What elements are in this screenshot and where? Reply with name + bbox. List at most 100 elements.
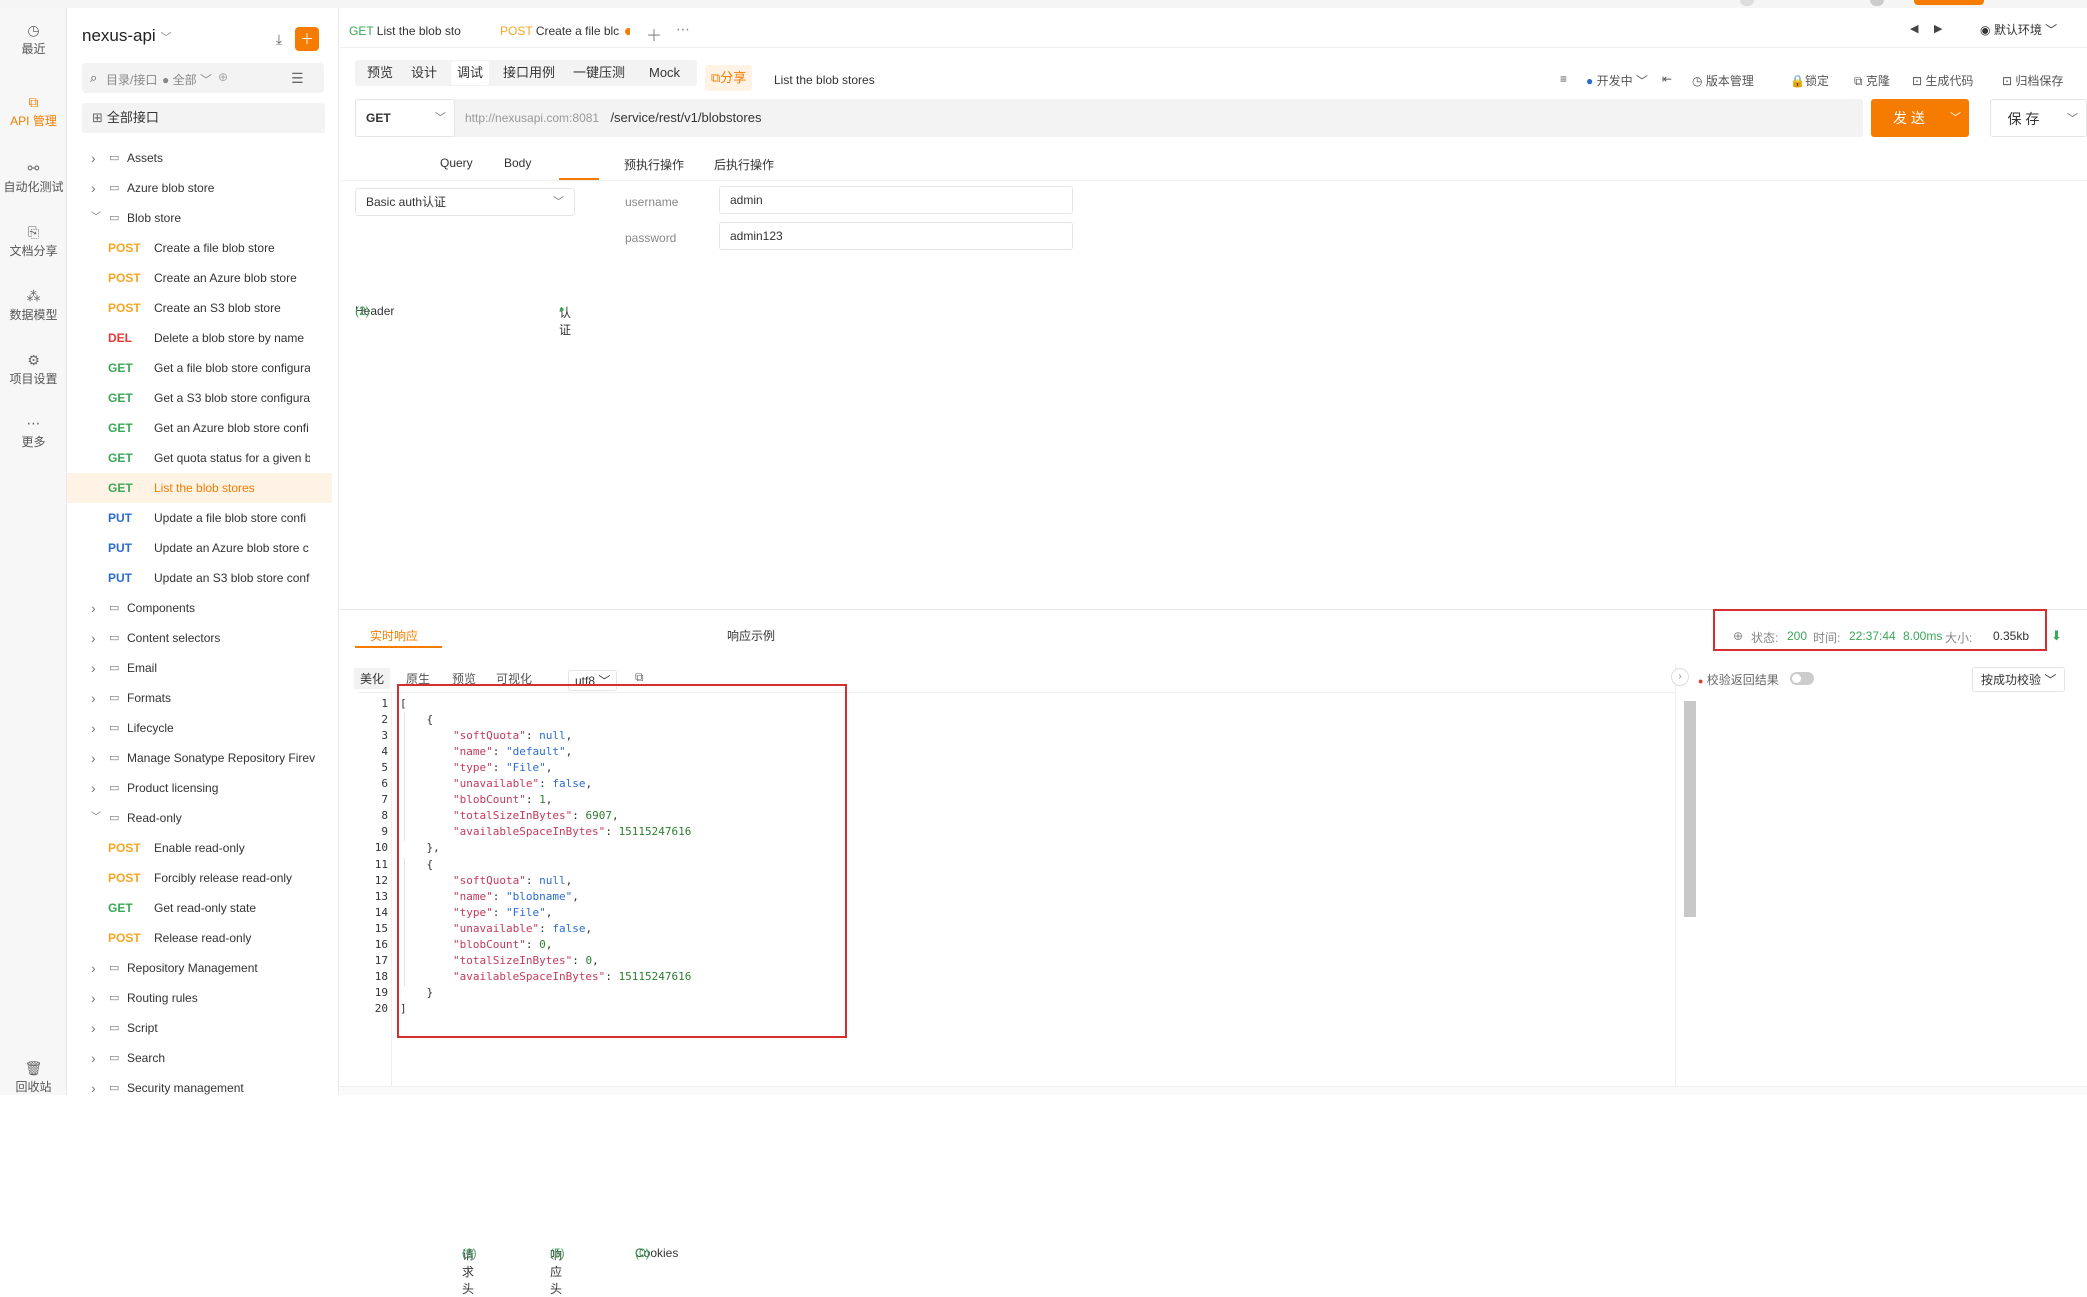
codegen-button[interactable]: ⊡ 生成代码 bbox=[1912, 72, 1973, 89]
validate-mode-select[interactable]: 按成功校验 ﹀ bbox=[1972, 667, 2066, 692]
tab-live-response[interactable]: 实时响应 bbox=[370, 627, 418, 644]
api-item-update-an-azure-blob-store-c[interactable]: PUT Update an Azure blob store c bbox=[67, 533, 332, 563]
tab-pre-script[interactable]: 预执行操作 bbox=[624, 156, 684, 173]
username-input[interactable]: admin bbox=[719, 186, 1073, 214]
password-input[interactable]: admin123 bbox=[719, 222, 1073, 250]
chevron-right-icon[interactable]: › bbox=[91, 623, 96, 653]
save-dropdown-icon[interactable]: ﹀ bbox=[2067, 100, 2078, 138]
api-item-get-quota-status-for-a-given-b[interactable]: GET Get quota status for a given b bbox=[67, 443, 332, 473]
chevron-down-icon[interactable]: ﹀ bbox=[91, 803, 101, 833]
chevron-right-icon[interactable]: › bbox=[91, 983, 96, 1013]
validate-switch[interactable] bbox=[1790, 672, 1814, 685]
folder-manage-sonatype-repository-firev[interactable]: › ▭ Manage Sonatype Repository Firev bbox=[67, 743, 332, 773]
all-api-item[interactable]: ⊞ 全部接口 bbox=[82, 103, 325, 133]
rail-item-4[interactable]: ⎘ 文档分享 bbox=[0, 222, 67, 259]
filter-select[interactable]: ● 全部 ﹀ bbox=[162, 71, 212, 88]
api-item-enable-read-only[interactable]: POST Enable read-only bbox=[67, 833, 332, 863]
scrollbar-thumb[interactable] bbox=[1684, 701, 1696, 917]
folder-script[interactable]: › ▭ Script bbox=[67, 1013, 332, 1043]
send-dropdown-icon[interactable]: ﹀ bbox=[1950, 99, 1961, 137]
subtab-3[interactable]: 调试 bbox=[451, 61, 490, 85]
chevron-right-icon[interactable]: › bbox=[91, 1043, 96, 1073]
folder-assets[interactable]: › ▭ Assets bbox=[67, 143, 332, 173]
collapse-icon[interactable]: › bbox=[1671, 668, 1689, 686]
project-selector[interactable]: nexus-api ﹀ bbox=[82, 26, 171, 46]
next-tab-icon[interactable]: ▶ bbox=[1934, 22, 1942, 35]
add-button[interactable]: ＋ bbox=[295, 27, 319, 51]
new-tab-icon[interactable]: ＋ bbox=[646, 22, 662, 46]
folder-blob-store[interactable]: ﹀ ▭ Blob store bbox=[67, 203, 332, 233]
share-button[interactable]: ⧉分享 bbox=[705, 65, 753, 91]
save-button[interactable]: 保 存 ﹀ bbox=[1990, 99, 2087, 137]
chevron-right-icon[interactable]: › bbox=[91, 143, 96, 173]
version-button[interactable]: ◷ 版本管理 bbox=[1692, 72, 1754, 89]
rail-item-7[interactable]: ⋯ 更多 bbox=[0, 413, 67, 450]
folder-lifecycle[interactable]: › ▭ Lifecycle bbox=[67, 713, 332, 743]
clone-button[interactable]: ⧉ 克隆 bbox=[1854, 72, 1890, 89]
folder-azure-blob-store[interactable]: › ▭ Azure blob store bbox=[67, 173, 332, 203]
folder-read-only[interactable]: ﹀ ▭ Read-only bbox=[67, 803, 332, 833]
rail-item-5[interactable]: ⁂ 数据模型 bbox=[0, 286, 67, 323]
api-item-get-a-s3-blob-store-configura[interactable]: GET Get a S3 blob store configura bbox=[67, 383, 332, 413]
format-icon[interactable]: ≡ bbox=[1560, 72, 1567, 86]
api-item-delete-a-blob-store-by-name[interactable]: DEL Delete a blob store by name bbox=[67, 323, 332, 353]
api-item-forcibly-release-read-only[interactable]: POST Forcibly release read-only bbox=[67, 863, 332, 893]
sort-icon[interactable]: ☰ bbox=[291, 70, 304, 87]
subtab-6[interactable]: Mock bbox=[649, 60, 680, 86]
download-icon[interactable]: ⬇ bbox=[2051, 628, 2062, 644]
copy-icon[interactable]: ⧉ bbox=[635, 670, 644, 685]
chevron-right-icon[interactable]: › bbox=[91, 683, 96, 713]
tab-post-script[interactable]: 后执行操作 bbox=[714, 156, 774, 173]
chevron-right-icon[interactable]: › bbox=[91, 953, 96, 983]
rail-item-3[interactable]: ⚯ 自动化测试 bbox=[0, 158, 67, 195]
subtab-4[interactable]: 接口用例 bbox=[503, 60, 555, 86]
auth-type-select[interactable]: Basic auth认证 ﹀ bbox=[355, 188, 575, 216]
api-item-create-an-s3-blob-store[interactable]: POST Create an S3 blob store bbox=[67, 293, 332, 323]
folder-repository-management[interactable]: › ▭ Repository Management bbox=[67, 953, 332, 983]
subtab-1[interactable]: 预览 bbox=[367, 60, 393, 86]
tab-query[interactable]: Query bbox=[440, 156, 473, 170]
url-input[interactable]: http://nexusapi.com:8081 /service/rest/v… bbox=[465, 99, 1855, 137]
chevron-right-icon[interactable]: › bbox=[91, 1013, 96, 1043]
folder-product-licensing[interactable]: › ▭ Product licensing bbox=[67, 773, 332, 803]
view-mode-1[interactable]: 美化 bbox=[354, 668, 391, 689]
rail-item-2[interactable]: ⧉ API 管理 bbox=[0, 92, 67, 129]
import-icon[interactable]: ⤓ bbox=[267, 27, 291, 51]
chevron-down-icon[interactable]: ﹀ bbox=[91, 203, 101, 233]
subtab-5[interactable]: 一键压测 bbox=[573, 60, 625, 86]
search-input[interactable]: 目录/接口 bbox=[106, 71, 157, 88]
folder-formats[interactable]: › ▭ Formats bbox=[67, 683, 332, 713]
subtab-2[interactable]: 设计 bbox=[411, 60, 437, 86]
prev-tab-icon[interactable]: ◀ bbox=[1910, 22, 1918, 35]
more-tabs-icon[interactable]: ⋯ bbox=[676, 21, 690, 38]
tab-get-list-blob-stores[interactable]: GET List the blob stor bbox=[349, 16, 461, 46]
folder-content-selectors[interactable]: › ▭ Content selectors bbox=[67, 623, 332, 653]
api-item-list-the-blob-stores[interactable]: GET List the blob stores bbox=[67, 473, 332, 503]
tab-post-create-file-blob[interactable]: POST Create a file blc bbox=[500, 16, 630, 46]
chevron-right-icon[interactable]: › bbox=[91, 593, 96, 623]
chevron-right-icon[interactable]: › bbox=[91, 1073, 96, 1103]
api-item-get-a-file-blob-store-configura[interactable]: GET Get a file blob store configura bbox=[67, 353, 332, 383]
api-item-create-a-file-blob-store[interactable]: POST Create a file blob store bbox=[67, 233, 332, 263]
locate-icon[interactable]: ⊕ bbox=[218, 70, 228, 84]
tab-body[interactable]: Body bbox=[504, 156, 531, 170]
chevron-right-icon[interactable]: › bbox=[91, 653, 96, 683]
lock-button[interactable]: 🔒锁定 bbox=[1790, 72, 1829, 89]
env-selector[interactable]: ◉ 默认环境 ﹀ bbox=[1980, 21, 2057, 38]
status-select[interactable]: ● 开发中 ﹀ bbox=[1586, 72, 1648, 89]
search-box[interactable]: ⌕ 目录/接口 ● 全部 ﹀ ⊕ bbox=[82, 63, 324, 93]
chevron-right-icon[interactable]: › bbox=[91, 173, 96, 203]
chevron-right-icon[interactable]: › bbox=[91, 773, 96, 803]
api-title[interactable]: List the blob stores bbox=[774, 73, 875, 87]
api-item-get-an-azure-blob-store-confi[interactable]: GET Get an Azure blob store confi bbox=[67, 413, 332, 443]
archive-button[interactable]: ⊡ 归档保存 bbox=[2002, 72, 2063, 89]
api-item-update-a-file-blob-store-confi[interactable]: PUT Update a file blob store confi bbox=[67, 503, 332, 533]
rail-item-1[interactable]: ◷ 最近 bbox=[0, 20, 67, 57]
rail-item-8[interactable]: 🗑 回收站 bbox=[0, 1058, 67, 1095]
folder-components[interactable]: › ▭ Components bbox=[67, 593, 332, 623]
history-icon[interactable]: ⇤ bbox=[1662, 72, 1672, 86]
folder-security-management[interactable]: › ▭ Security management bbox=[67, 1073, 332, 1103]
api-item-get-read-only-state[interactable]: GET Get read-only state bbox=[67, 893, 332, 923]
tab-response-example[interactable]: 响应示例 bbox=[727, 627, 775, 644]
api-item-create-an-azure-blob-store[interactable]: POST Create an Azure blob store bbox=[67, 263, 332, 293]
